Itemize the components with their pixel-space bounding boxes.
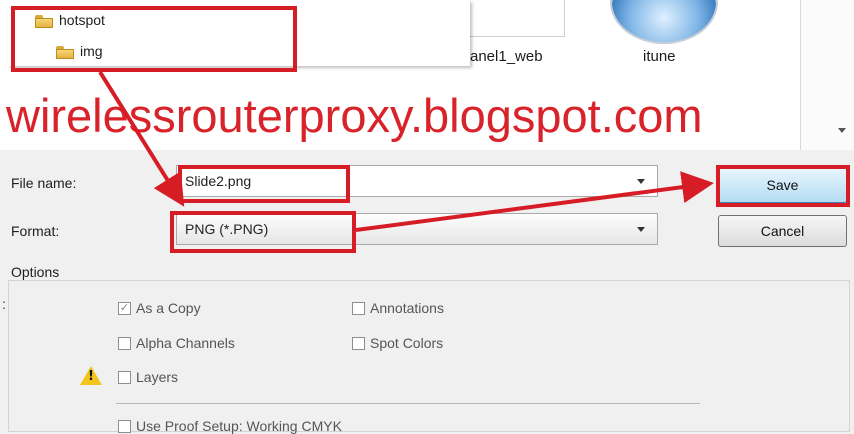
- annotation-arrows: [98, 70, 714, 232]
- arrow-format-to-save: [355, 171, 714, 232]
- arrow-folder-to-filename: [98, 70, 185, 207]
